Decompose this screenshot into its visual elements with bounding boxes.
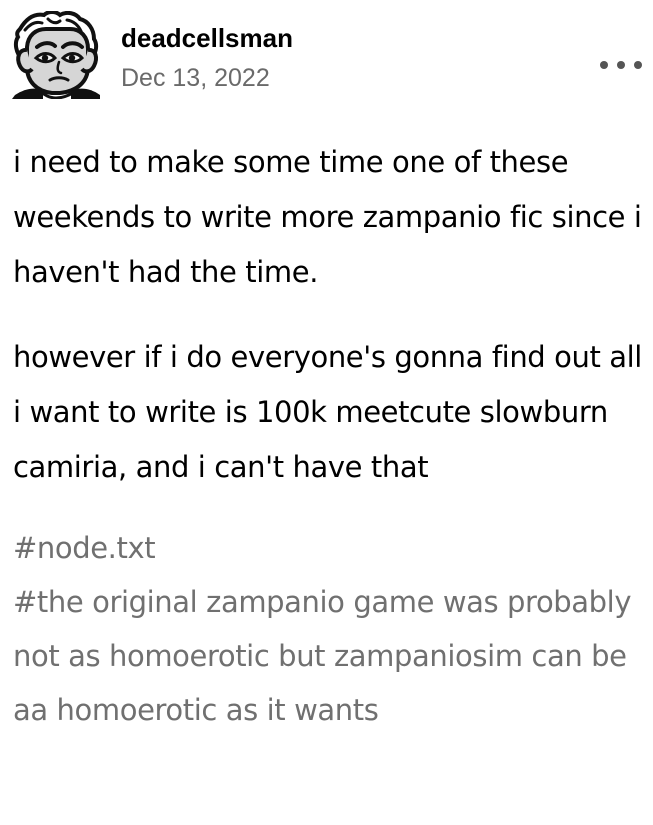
- more-options-dot-icon: [634, 61, 642, 69]
- tag-original-zampanio-game[interactable]: #the original zampanio game was probably…: [13, 575, 643, 737]
- tag-node-txt[interactable]: #node.txt: [13, 521, 643, 575]
- avatar-icon: [12, 10, 100, 100]
- author-username-link[interactable]: deadcellsman: [121, 23, 293, 53]
- more-options-dot-icon: [617, 61, 625, 69]
- post-header: deadcellsman Dec 13, 2022: [12, 10, 644, 103]
- post-paragraph-1: i need to make some time one of these we…: [13, 145, 642, 289]
- post-paragraph-2: however if i do everyone's gonna find ou…: [13, 340, 642, 484]
- more-options-button[interactable]: [600, 55, 642, 75]
- more-options-dot-icon: [600, 61, 608, 69]
- author-block: deadcellsman Dec 13, 2022: [121, 23, 293, 93]
- post-body: i need to make some time one of these we…: [13, 135, 643, 495]
- post-tags: #node.txt #the original zampanio game wa…: [13, 521, 643, 737]
- avatar[interactable]: [12, 10, 100, 100]
- post-date[interactable]: Dec 13, 2022: [121, 63, 293, 93]
